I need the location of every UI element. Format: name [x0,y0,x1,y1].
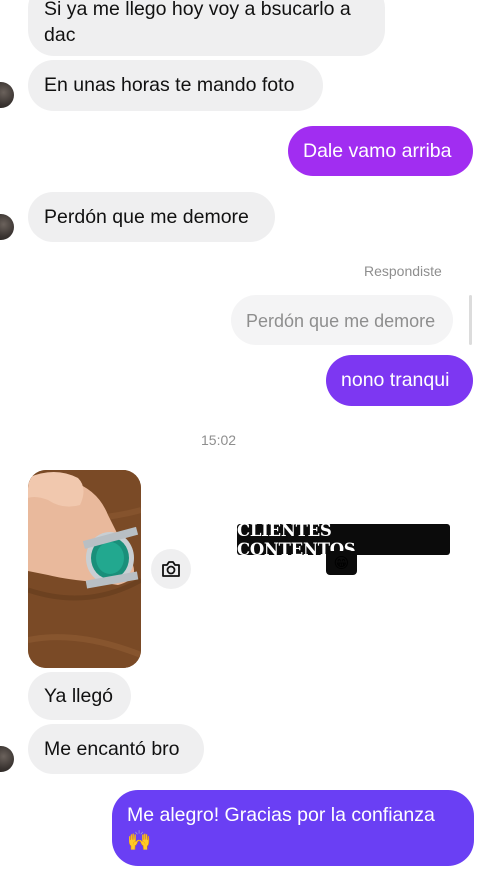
incoming-message[interactable]: Si ya me llego hoy voy a bsucarlo a dac [28,0,385,56]
avatar[interactable] [0,214,14,240]
photo-message[interactable] [28,470,141,668]
outgoing-message[interactable]: Me alegro! Gracias por la confianza 🙌 [112,790,474,866]
avatar[interactable] [0,82,14,108]
camera-icon [162,561,180,577]
quoted-message[interactable]: Perdón que me demore [231,295,453,345]
incoming-message[interactable]: Me encantó bro [28,724,204,774]
timestamp: 15:02 [201,432,237,448]
camera-button[interactable] [151,549,191,589]
outgoing-message[interactable]: nono tranqui [326,355,473,406]
grin-emoji-icon: 😁 [326,551,357,575]
reply-indicator [469,295,472,345]
incoming-message[interactable]: Perdón que me demore [28,192,275,242]
outgoing-message[interactable]: Dale vamo arriba [288,126,473,176]
incoming-message[interactable]: Ya llegó [28,672,131,720]
reply-label: Respondiste [364,263,442,279]
avatar[interactable] [0,746,14,772]
incoming-message[interactable]: En unas horas te mando foto [28,60,323,111]
wrist-watch-photo [28,470,141,668]
